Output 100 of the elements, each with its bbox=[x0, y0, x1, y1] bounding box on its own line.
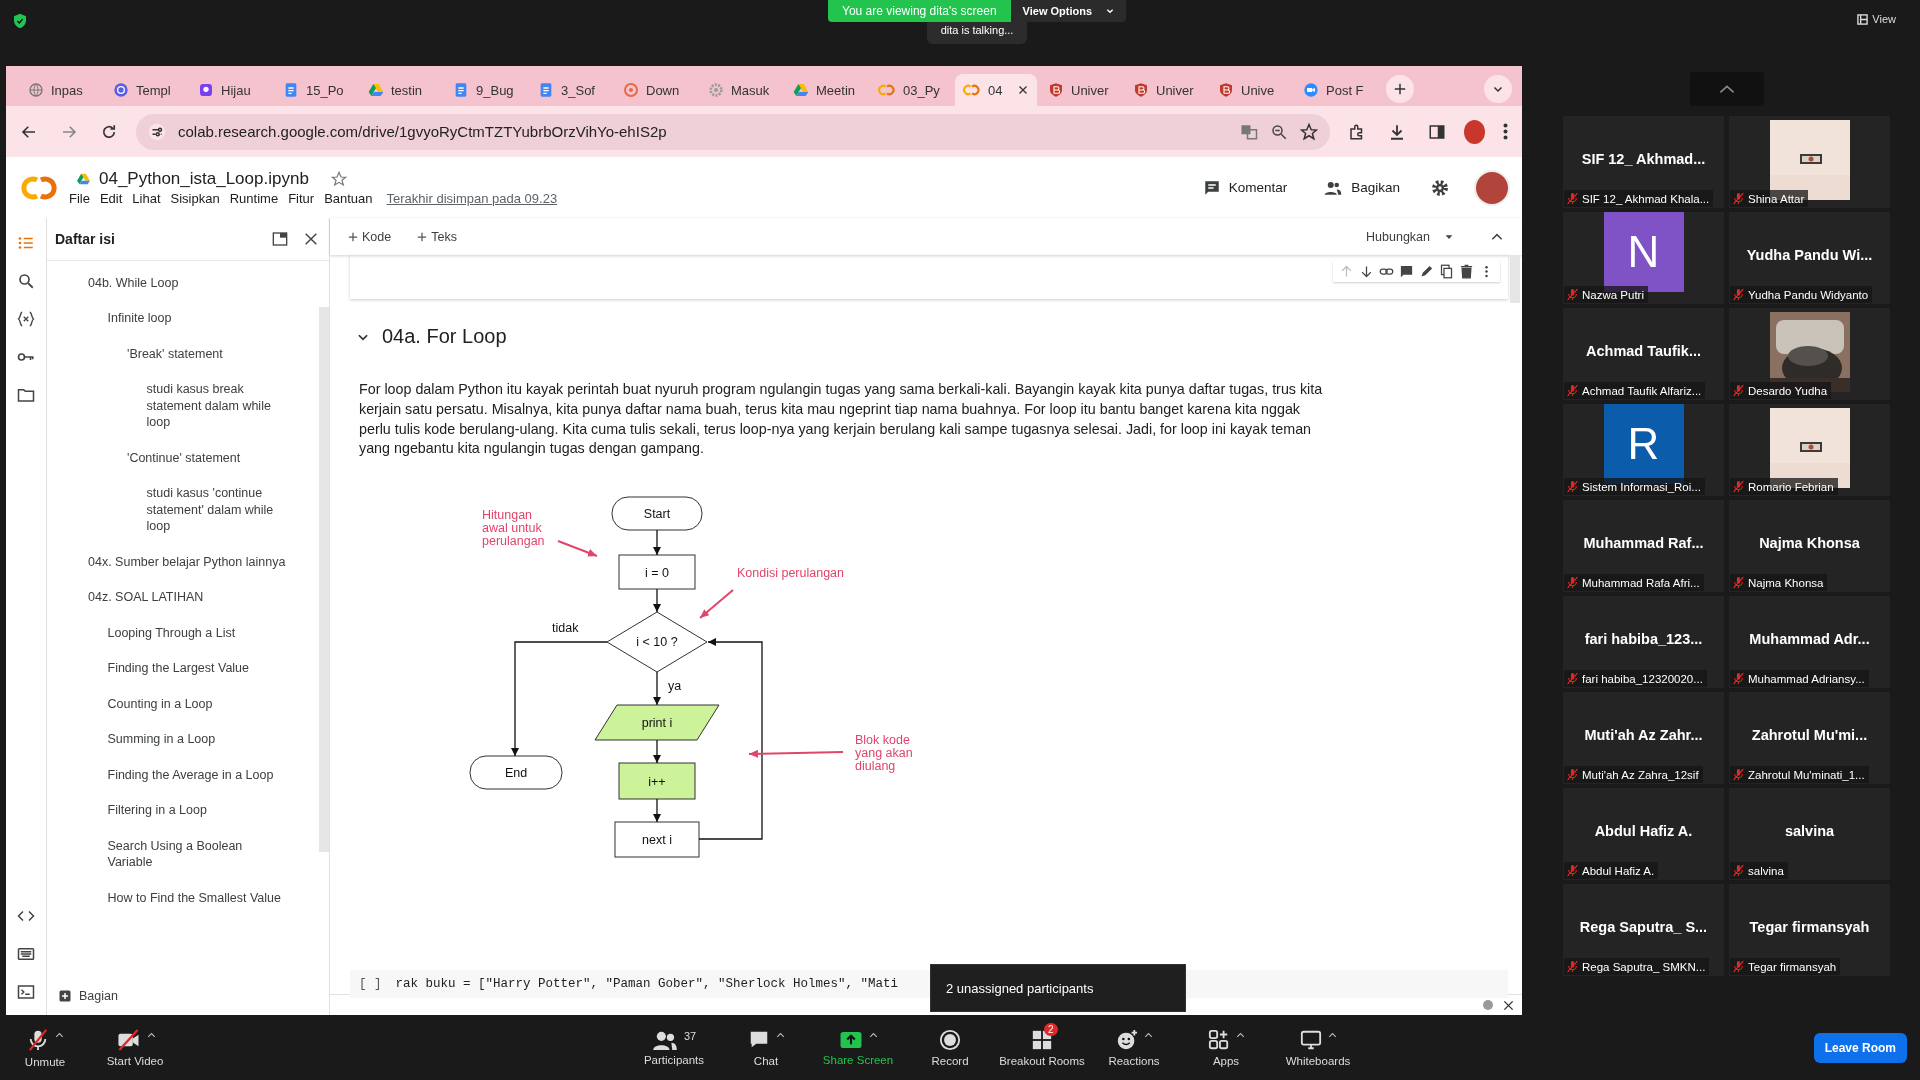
close-icon[interactable] bbox=[303, 231, 319, 247]
caret-icon[interactable] bbox=[1235, 1031, 1245, 1038]
toc-item[interactable]: 'Continue' statement bbox=[47, 440, 319, 476]
video-tile[interactable]: Rega Saputra_ S... Rega Saputra_ SMKN... bbox=[1563, 884, 1724, 976]
browser-tab[interactable]: Meetin bbox=[785, 74, 867, 106]
breakout-button[interactable]: 2 Breakout Rooms bbox=[996, 1017, 1088, 1078]
whiteboards-button[interactable]: Whiteboards bbox=[1272, 1017, 1364, 1078]
caret-icon[interactable] bbox=[1143, 1031, 1153, 1038]
tab-search-button[interactable] bbox=[1484, 75, 1512, 103]
comment-button[interactable]: Komentar bbox=[1196, 177, 1294, 198]
menu-item[interactable]: Sisipkan bbox=[170, 191, 220, 206]
browser-tab[interactable]: testin bbox=[360, 74, 442, 106]
run-button[interactable]: [ ] bbox=[359, 977, 382, 991]
video-tile[interactable]: salvina salvina bbox=[1729, 788, 1890, 880]
menu-item[interactable]: Bantuan bbox=[324, 191, 373, 206]
browser-tab[interactable]: 9_Bug bbox=[445, 74, 527, 106]
keyboard-icon[interactable] bbox=[17, 945, 35, 963]
video-tile[interactable]: Romario Febrian bbox=[1729, 404, 1890, 496]
toc-item[interactable]: Finding the Average in a Loop bbox=[47, 757, 319, 793]
reactions-button[interactable]: Reactions bbox=[1088, 1017, 1180, 1078]
browser-tab[interactable]: Down bbox=[615, 74, 697, 106]
profile-avatar[interactable] bbox=[1464, 119, 1485, 144]
toc-item[interactable]: Counting in a Loop bbox=[47, 686, 319, 722]
zoom-icon[interactable] bbox=[1270, 122, 1288, 141]
leave-room-button[interactable]: Leave Room bbox=[1813, 1032, 1907, 1063]
share-button[interactable]: Bagikan bbox=[1317, 177, 1406, 198]
browser-tab[interactable]: Univer bbox=[1040, 74, 1122, 106]
toc-item[interactable]: 04x. Sumber belajar Python lainnya bbox=[47, 544, 319, 580]
video-tile[interactable]: Muti'ah Az Zahr... Muti'ah Az Zahra_12sif bbox=[1563, 692, 1724, 784]
video-tile[interactable]: Najma Khonsa Najma Khonsa bbox=[1729, 500, 1890, 592]
browser-tab[interactable]: 04 bbox=[955, 74, 1037, 106]
caret-icon[interactable] bbox=[54, 1031, 64, 1038]
share-button[interactable]: Share Screen bbox=[812, 1017, 904, 1078]
add-section-button[interactable]: Bagian bbox=[55, 985, 329, 1007]
settings-icon[interactable] bbox=[1430, 177, 1450, 198]
view-button[interactable]: View bbox=[1851, 12, 1902, 26]
record-button[interactable]: Record bbox=[904, 1017, 996, 1078]
new-window-icon[interactable] bbox=[271, 231, 289, 247]
video-tile[interactable]: SIF 12_ Akhmad... SIF 12_ Akhmad Khala... bbox=[1563, 116, 1724, 208]
video-tile[interactable]: Achmad Taufik... Achmad Taufik Alfariz... bbox=[1563, 308, 1724, 400]
menu-item[interactable]: Runtime bbox=[229, 191, 279, 206]
toc-item[interactable]: Infinite loop bbox=[47, 300, 319, 336]
browser-tab[interactable]: Unive bbox=[1210, 74, 1292, 106]
user-avatar[interactable] bbox=[1474, 169, 1510, 206]
video-tile[interactable]: fari habiba_123... fari habiba_12320020... bbox=[1563, 596, 1724, 688]
video-tile[interactable]: Muhammad Raf... Muhammad Rafa Afri... bbox=[1563, 500, 1724, 592]
browser-tab[interactable]: 3_Sof bbox=[530, 74, 612, 106]
star-icon[interactable] bbox=[330, 171, 347, 187]
video-tile[interactable]: R Sistem Informasi_Roi... bbox=[1563, 404, 1724, 496]
toc-item[interactable]: Looping Through a List bbox=[47, 615, 319, 651]
browser-tab[interactable]: Inpas bbox=[20, 74, 102, 106]
close-icon[interactable] bbox=[1503, 999, 1514, 1011]
new-tab-button[interactable] bbox=[1386, 75, 1414, 103]
toc-item[interactable]: studi kasus 'continue statement' dalam while loop bbox=[47, 475, 319, 544]
view-options-button[interactable]: View Options bbox=[1010, 0, 1127, 22]
video-tile[interactable]: Desardo Yudha bbox=[1729, 308, 1890, 400]
toc-item[interactable]: Search Using a Boolean Variable bbox=[47, 828, 319, 880]
apps-button[interactable]: Apps bbox=[1180, 1017, 1272, 1078]
video-tile[interactable]: Shina Attar bbox=[1729, 116, 1890, 208]
translate-icon[interactable] bbox=[1240, 122, 1258, 141]
notebook-title[interactable]: 04_Python_ista_Loop.ipynb bbox=[99, 169, 309, 189]
video-button[interactable]: Start Video bbox=[90, 1017, 180, 1078]
toc-item[interactable]: Summing in a Loop bbox=[47, 721, 319, 757]
toc-item[interactable]: 04b. While Loop bbox=[47, 265, 319, 301]
video-tile[interactable]: Muhammad Adr... Muhammad Adriansy... bbox=[1729, 596, 1890, 688]
menu-item[interactable]: Edit bbox=[99, 191, 123, 206]
video-tile[interactable]: Zahrotul Mu'mi... Zahrotul Mu'minati_1... bbox=[1729, 692, 1890, 784]
caret-icon[interactable] bbox=[1327, 1031, 1337, 1038]
folder-icon[interactable] bbox=[17, 386, 35, 404]
toc-item[interactable]: 'Break' statement bbox=[47, 336, 319, 372]
menu-item[interactable]: File bbox=[69, 191, 90, 206]
chat-button[interactable]: Chat bbox=[720, 1017, 812, 1078]
caret-icon[interactable] bbox=[146, 1031, 156, 1038]
toc-item[interactable]: studi kasus break statement dalam while loop bbox=[47, 371, 319, 440]
down-icon[interactable] bbox=[1359, 264, 1374, 279]
add-code-button[interactable]: Kode bbox=[342, 228, 398, 245]
scrollbar[interactable] bbox=[1510, 255, 1520, 303]
copy-icon[interactable] bbox=[1439, 264, 1454, 279]
toc-item[interactable]: 04z. SOAL LATIHAN bbox=[47, 579, 319, 615]
scrollbar[interactable] bbox=[319, 307, 329, 852]
browser-tab[interactable]: Masuk bbox=[700, 74, 782, 106]
caret-icon[interactable] bbox=[868, 1031, 878, 1038]
edit-icon[interactable] bbox=[1419, 264, 1434, 279]
add-text-button[interactable]: Teks bbox=[411, 228, 463, 245]
comment-icon[interactable] bbox=[1399, 264, 1414, 279]
browser-tab[interactable]: Hijau bbox=[190, 74, 272, 106]
browser-tab[interactable]: Templ bbox=[105, 74, 187, 106]
menu-item[interactable]: Fitur bbox=[288, 191, 315, 206]
browser-tab[interactable]: Post F bbox=[1295, 74, 1377, 106]
close-icon[interactable] bbox=[1017, 84, 1029, 96]
toc-item[interactable]: How to Find the Smallest Value bbox=[47, 880, 319, 916]
address-bar[interactable]: colab.research.google.com/drive/1gvyoRyCtmTZTYubrbOrzVihYo-ehIS2p bbox=[136, 113, 1330, 150]
star-icon[interactable] bbox=[1300, 122, 1318, 141]
search-icon[interactable] bbox=[17, 272, 35, 290]
video-tile[interactable]: Abdul Hafiz A. Abdul Hafiz A. bbox=[1563, 788, 1724, 880]
variables-icon[interactable] bbox=[17, 310, 35, 328]
audio-button[interactable]: Unmute bbox=[0, 1017, 90, 1078]
table-of-contents-icon[interactable] bbox=[17, 234, 35, 252]
video-tile[interactable]: Yudha Pandu Wi... Yudha Pandu Widyanto bbox=[1729, 212, 1890, 304]
toc-item[interactable]: Finding the Largest Value bbox=[47, 650, 319, 686]
